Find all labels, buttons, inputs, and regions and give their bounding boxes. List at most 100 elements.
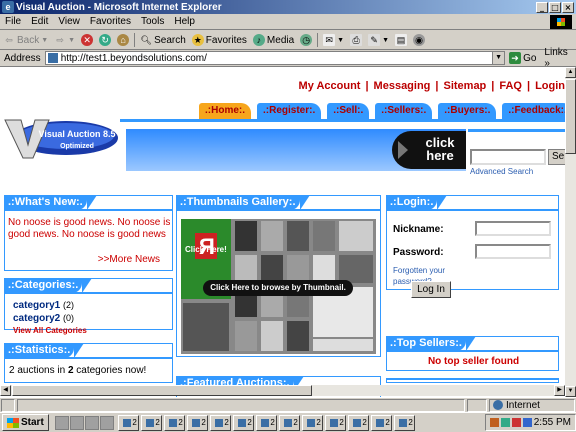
refresh-button[interactable]: ↻ (96, 34, 114, 46)
nav-faq[interactable]: FAQ (499, 80, 522, 92)
tab-register[interactable]: .:Register:. (257, 103, 322, 119)
favorites-button[interactable]: ★ Favorites (189, 34, 250, 46)
clock[interactable]: 2:55 PM (534, 417, 571, 428)
category-item[interactable]: category2 (0) (13, 312, 87, 325)
password-input[interactable] (475, 244, 551, 259)
banner[interactable]: click here (126, 129, 466, 171)
home-button[interactable]: ⌂ (114, 34, 132, 46)
close-button[interactable]: × (562, 1, 574, 13)
discuss-icon: ▤ (395, 34, 408, 46)
scroll-down-icon[interactable]: ▼ (565, 386, 576, 397)
history-button[interactable]: ◷ (297, 34, 315, 46)
nav-my-account[interactable]: My Account (299, 80, 361, 92)
menu-file[interactable]: File (0, 16, 26, 27)
task-button[interactable]: 2 (209, 414, 231, 431)
task-button[interactable]: 2 (393, 414, 415, 431)
task-button[interactable]: 2 (232, 414, 254, 431)
task-button[interactable]: 2 (347, 414, 369, 431)
site-search-button[interactable]: Se (548, 149, 565, 165)
menu-favorites[interactable]: Favorites (85, 16, 136, 27)
search-button[interactable]: 🔍︎ Search (137, 34, 189, 46)
task-button[interactable]: 2 (324, 414, 346, 431)
task-button[interactable]: 2 (301, 414, 323, 431)
gallery-overlay-text[interactable]: Click Here to browse by Thumbnail. (203, 280, 353, 296)
status-text-pane (17, 398, 465, 412)
horizontal-scroll-thumb[interactable] (12, 385, 312, 396)
quick-launch-icon[interactable] (99, 415, 114, 430)
menu-edit[interactable]: Edit (26, 16, 53, 27)
tray-icon[interactable] (522, 418, 532, 427)
horizontal-scrollbar[interactable]: ◀ ▶ (0, 385, 565, 396)
category-item[interactable]: category1 (2) (13, 299, 87, 312)
messenger-button[interactable]: ◉ (410, 34, 428, 46)
minimize-button[interactable]: _ (536, 1, 548, 13)
tab-sell[interactable]: .:Sell:. (327, 103, 370, 119)
statistics-text: 2 auctions in 2 categories now! (9, 365, 147, 376)
quick-launch-icon[interactable] (69, 415, 84, 430)
tab-buyers[interactable]: .:Buyers:. (438, 103, 497, 119)
zone-label: Internet (506, 399, 540, 411)
tray-icon[interactable] (489, 418, 499, 427)
mail-button[interactable]: ✉ ▼ (320, 34, 347, 46)
address-input[interactable]: http://test1.beyondsolutions.com/ ▼ (44, 51, 506, 65)
whats-new-text: No noose is good news. No noose is good … (8, 217, 171, 240)
scroll-left-icon[interactable]: ◀ (0, 385, 11, 396)
nav-sitemap[interactable]: Sitemap (443, 80, 486, 92)
tab-sellers[interactable]: .:Sellers:. (375, 103, 433, 119)
ie-logo-icon: e (2, 1, 14, 13)
quick-launch-icon[interactable] (84, 415, 99, 430)
edit-button[interactable]: ✎ ▼ (365, 34, 392, 46)
task-button[interactable]: 2 (163, 414, 185, 431)
vertical-scrollbar[interactable]: ▲ ▼ (565, 67, 576, 397)
tab-feedback[interactable]: .:Feedback:. (502, 103, 565, 119)
menu-view[interactable]: View (53, 16, 85, 27)
nickname-input[interactable] (475, 221, 551, 236)
advanced-search-link[interactable]: Advanced Search (470, 167, 533, 176)
back-button[interactable]: ⇦ Back ▼ (0, 34, 51, 46)
stop-button[interactable]: ✕ (78, 34, 96, 46)
start-button[interactable]: Start (2, 414, 49, 431)
logo-name: Visual Auction 8.5 (38, 129, 115, 139)
menu-help[interactable]: Help (169, 16, 200, 27)
scroll-right-icon[interactable]: ▶ (554, 385, 565, 396)
menu-bar: File Edit View Favorites Tools Help (0, 14, 576, 30)
print-button[interactable]: ⎙ (347, 34, 365, 46)
media-button[interactable]: ♪ Media (250, 34, 297, 46)
task-button[interactable]: 2 (140, 414, 162, 431)
task-button[interactable]: 2 (117, 414, 139, 431)
tray-icon[interactable] (500, 418, 510, 427)
address-dropdown-icon[interactable]: ▼ (492, 52, 505, 64)
discuss-button[interactable]: ▤ (392, 34, 410, 46)
page-viewport: My Account | Messaging | Sitemap | FAQ | Login .… (0, 67, 565, 397)
task-button[interactable]: 2 (370, 414, 392, 431)
menu-tools[interactable]: Tools (136, 16, 169, 27)
nav-messaging[interactable]: Messaging (374, 80, 431, 92)
login-title: .:Login:. (386, 195, 448, 210)
forward-button[interactable]: ⇨ ▼ (51, 34, 78, 46)
top-sellers-box: .:Top Sellers:. No top seller found (386, 336, 559, 371)
site-search-input[interactable] (470, 149, 546, 165)
scroll-up-icon[interactable]: ▲ (565, 67, 576, 78)
site-logo[interactable]: Visual Auction 8.5 Optimized (3, 115, 118, 162)
go-button[interactable]: ➜ Go (509, 52, 536, 64)
top-sellers-title: .:Top Sellers:. (386, 336, 476, 351)
tab-home[interactable]: .:Home:. (199, 103, 251, 119)
media-icon: ♪ (252, 34, 265, 46)
banner-click-here[interactable]: click here (392, 131, 466, 169)
gallery-image[interactable]: Я Click Here! Click Here to browse by Th… (181, 219, 376, 354)
task-button[interactable]: 2 (255, 414, 277, 431)
task-button[interactable]: 2 (186, 414, 208, 431)
links-button[interactable]: Links » (544, 47, 576, 69)
view-all-categories-link[interactable]: View All Categories (13, 325, 87, 337)
maximize-button[interactable]: □ (549, 1, 561, 13)
tray-icon[interactable] (511, 418, 521, 427)
more-news-link[interactable]: >>More News (98, 254, 160, 265)
forward-arrow-icon: ⇨ (56, 35, 64, 45)
login-button[interactable]: Log In (411, 281, 451, 298)
nav-login[interactable]: Login (535, 80, 565, 92)
vertical-scroll-thumb[interactable] (565, 79, 576, 154)
quick-launch-icon[interactable] (54, 415, 69, 430)
statistics-title: .:Statistics:. (4, 343, 85, 358)
task-button[interactable]: 2 (278, 414, 300, 431)
statistics-box: .:Statistics:. 2 auctions in 2 categorie… (4, 343, 173, 383)
